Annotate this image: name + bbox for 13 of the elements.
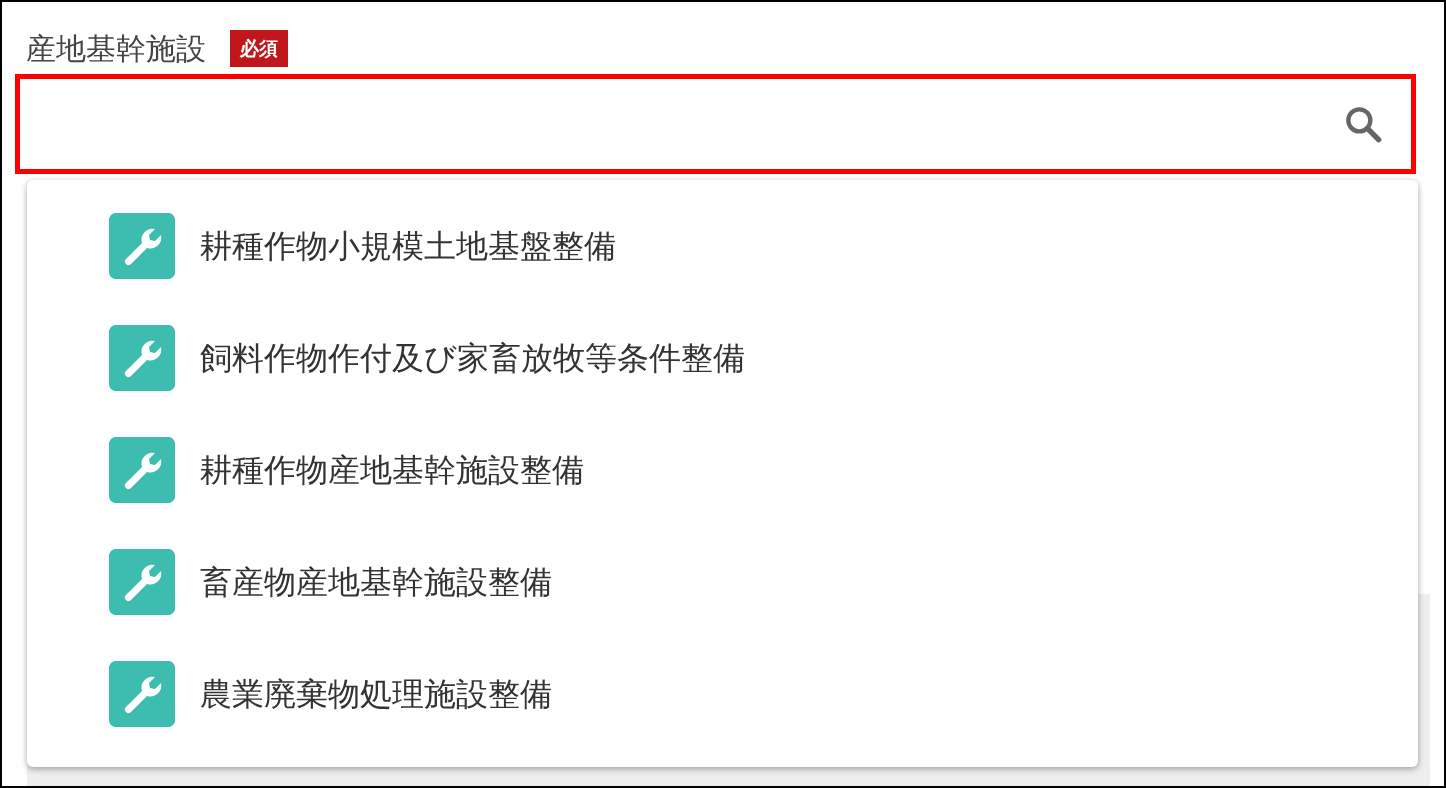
search-field[interactable] <box>15 74 1416 174</box>
wrench-icon <box>109 549 175 615</box>
wrench-icon <box>109 437 175 503</box>
suggestion-item[interactable]: 農業廃棄物処理施設整備 <box>200 661 552 727</box>
suggestion-item[interactable]: 耕種作物小規模土地基盤整備 <box>200 213 616 279</box>
required-badge: 必須 <box>230 30 288 67</box>
suggestion-item[interactable]: 耕種作物産地基幹施設整備 <box>200 437 584 503</box>
field-label: 産地基幹施設 <box>26 30 206 68</box>
suggestion-item[interactable]: 畜産物産地基幹施設整備 <box>200 549 552 615</box>
suggestion-item[interactable]: 飼料作物作付及び家畜放牧等条件整備 <box>200 325 745 391</box>
wrench-icon <box>109 661 175 727</box>
wrench-icon <box>109 213 175 279</box>
wrench-icon <box>109 325 175 391</box>
